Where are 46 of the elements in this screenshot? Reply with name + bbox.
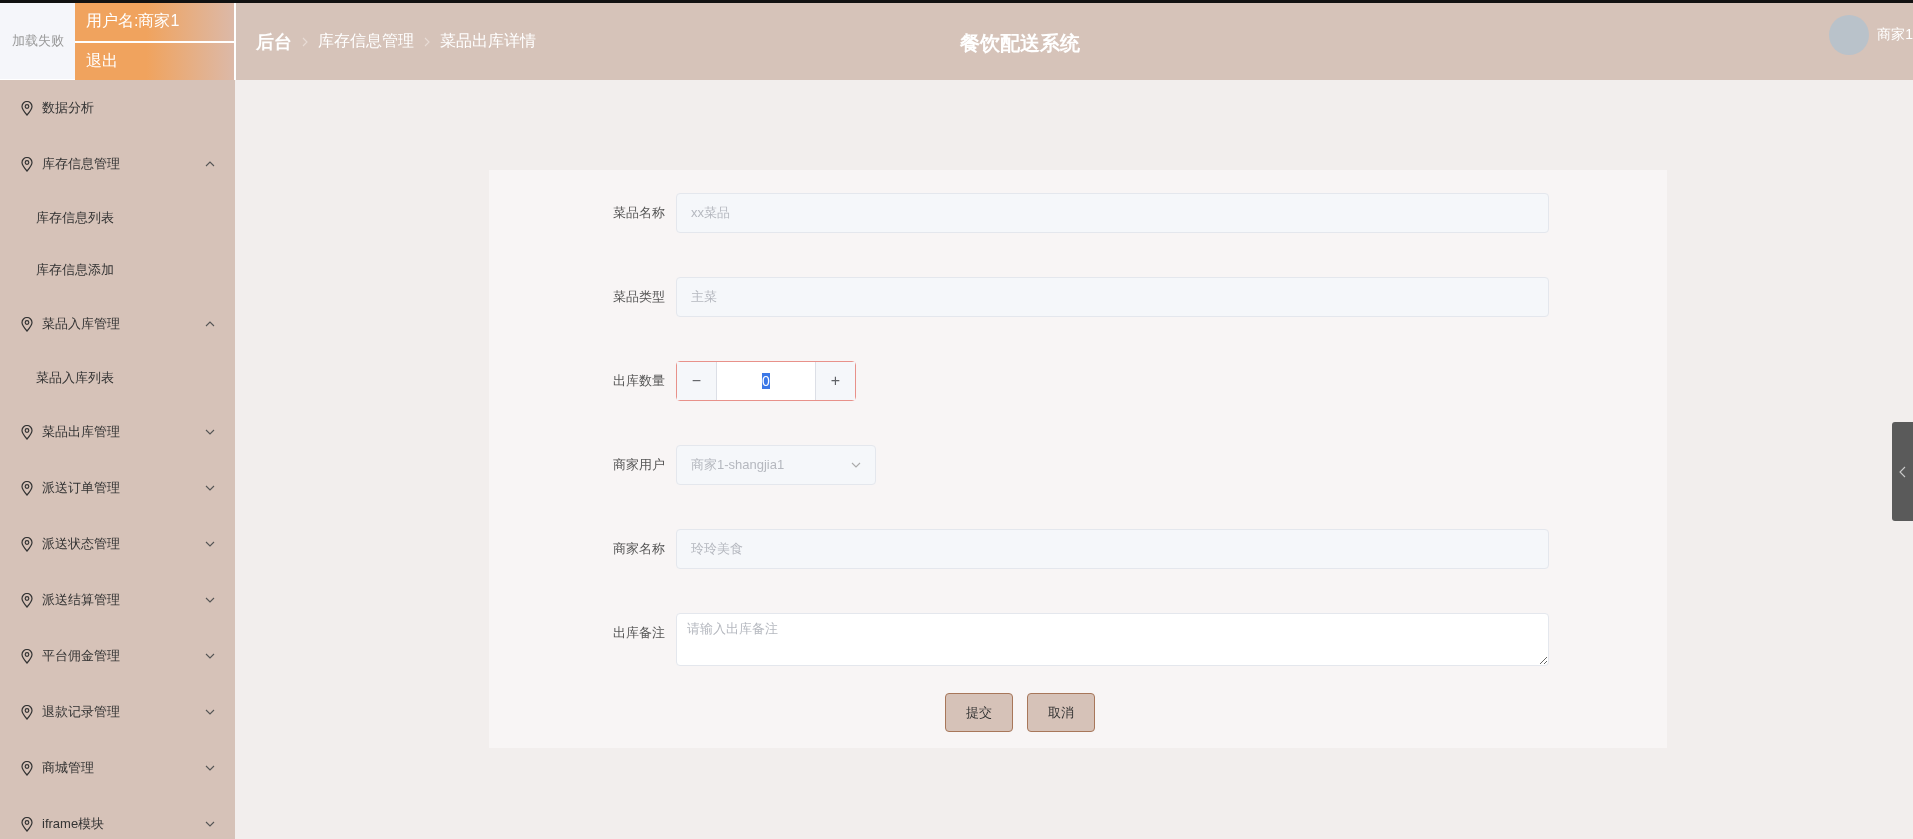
- location-pin-icon: [21, 592, 33, 608]
- submenu-item[interactable]: 库存信息列表: [0, 192, 235, 244]
- menu-item[interactable]: 数据分析: [0, 80, 235, 136]
- username-label: 用户名:商家1: [75, 3, 234, 43]
- location-pin-icon: [21, 816, 33, 832]
- field-label: 商家名称: [612, 540, 665, 558]
- remark-field[interactable]: 请输入出库备注: [676, 613, 1549, 666]
- menu-item[interactable]: 菜品出库管理: [0, 404, 235, 460]
- location-pin-icon: [21, 316, 33, 332]
- location-pin-icon: [21, 648, 33, 664]
- location-pin-icon: [21, 536, 33, 552]
- chevron-right-icon: [424, 36, 430, 47]
- field-label: 菜品类型: [612, 288, 665, 306]
- location-pin-icon: [21, 100, 33, 116]
- logo-text: 加载失败: [0, 3, 75, 80]
- location-pin-icon: [21, 760, 33, 776]
- action-button[interactable]: 取消: [1026, 693, 1095, 732]
- menu-item[interactable]: 平台佣金管理: [0, 628, 235, 684]
- menu-item[interactable]: 退款记录管理: [0, 684, 235, 740]
- field-label: 出库备注: [612, 624, 665, 642]
- location-pin-icon: [21, 704, 33, 720]
- menu-item[interactable]: iframe模块: [0, 796, 235, 839]
- app-title: 餐饮配送系统: [960, 30, 1080, 56]
- location-pin-icon: [21, 156, 33, 172]
- location-pin-icon: [21, 424, 33, 440]
- menu-item[interactable]: 派送结算管理: [0, 572, 235, 628]
- increment-button[interactable]: +: [815, 362, 855, 400]
- menu-item[interactable]: 库存信息管理: [0, 136, 235, 192]
- menu-item[interactable]: 派送订单管理: [0, 460, 235, 516]
- field-label: 出库数量: [612, 372, 665, 390]
- menu-item[interactable]: 商城管理: [0, 740, 235, 796]
- drawer-handle[interactable]: [1892, 422, 1913, 521]
- chevron-left-icon: [1899, 465, 1906, 478]
- location-pin-icon: [21, 480, 33, 496]
- submenu-item[interactable]: 菜品入库列表: [0, 352, 235, 404]
- chevron-right-icon: [302, 36, 308, 47]
- field-label: 商家用户: [612, 456, 665, 474]
- decrement-button[interactable]: −: [677, 362, 717, 400]
- menu-item[interactable]: 派送状态管理: [0, 516, 235, 572]
- field-label: 菜品名称: [612, 204, 665, 222]
- avatar-icon[interactable]: [1829, 15, 1870, 55]
- menu-item[interactable]: 菜品入库管理: [0, 296, 235, 352]
- chevron-down-icon: [851, 462, 861, 468]
- action-button[interactable]: 提交: [944, 693, 1013, 732]
- number-stepper[interactable]: − 0 +: [676, 361, 856, 401]
- submenu-item[interactable]: 库存信息添加: [0, 244, 235, 296]
